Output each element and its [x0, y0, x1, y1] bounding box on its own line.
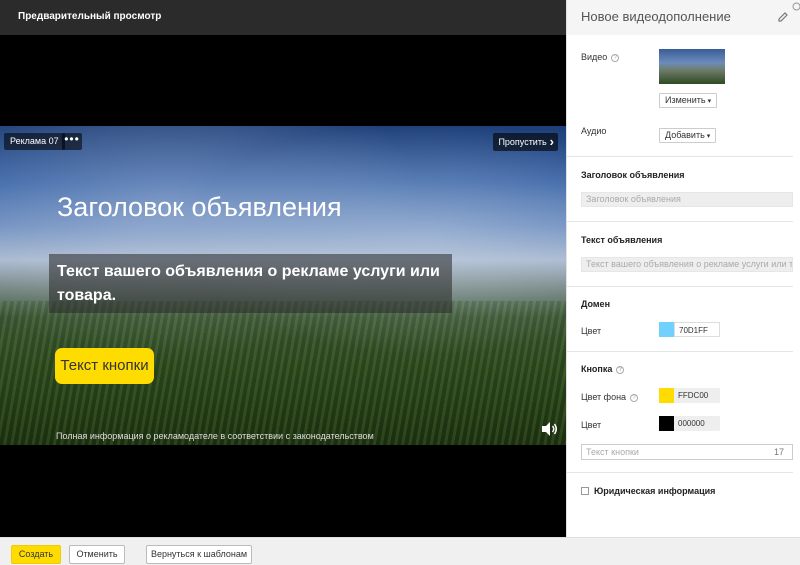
add-audio-button[interactable]: Добавить ▾ [659, 128, 717, 143]
preview-area: Предварительный просмотр Реклама 07 ••• … [0, 0, 566, 537]
divider [567, 221, 793, 222]
create-button[interactable]: Создать [11, 545, 61, 564]
divider [567, 351, 793, 352]
preview-header: Предварительный просмотр [0, 0, 566, 35]
button-text-input[interactable]: Текст кнопки 17 [581, 444, 793, 460]
divider [567, 286, 793, 287]
caret-down-icon: ▾ [707, 98, 712, 105]
video-thumbnail [659, 49, 725, 84]
ad-headline: Заголовок объявления [57, 192, 342, 222]
bg-color-row: Цвет фона? [581, 392, 639, 402]
skip-button[interactable]: Пропустить › [493, 133, 558, 151]
panel-content: Видео? Изменить ▾ Аудио Добавить ▾ Заголов… [567, 35, 800, 537]
add-audio-label: Добавить [665, 130, 705, 140]
panel-title: Новое видеодополнение [581, 9, 731, 24]
domain-section-label: Домен [581, 299, 610, 309]
help-icon[interactable]: ? [611, 53, 620, 62]
ad-body-text: Текст вашего объявления о рекламе услуги… [57, 263, 440, 304]
cancel-button[interactable]: Отменить [69, 545, 125, 564]
headline-input[interactable]: Заголовок объявления [581, 192, 793, 207]
skip-label: Пропустить [498, 137, 547, 147]
button-text-placeholder: Текст кнопки [586, 447, 639, 457]
audio-label: Аудио [581, 126, 607, 136]
video-label-row: Видео? [581, 52, 620, 62]
text-color-label: Цвет [581, 420, 602, 430]
legal-info-label[interactable]: Юридическая информация [594, 486, 715, 496]
domain-color-hex[interactable]: 70D1FF [674, 322, 720, 337]
bg-color-label: Цвет фона [581, 392, 627, 402]
footer-bar: Создать Отменить Вернуться к шаблонам [0, 537, 800, 565]
ad-cta-button[interactable]: Текст кнопки [55, 348, 154, 384]
bg-color-swatch[interactable] [659, 388, 674, 403]
button-text-counter: 17 [773, 447, 784, 457]
more-icon[interactable]: ••• [62, 133, 82, 150]
video-label: Видео [581, 52, 608, 62]
button-section-label: Кнопка [581, 364, 613, 374]
domain-color-swatch[interactable] [659, 322, 674, 337]
text-color-hex[interactable]: 000000 [674, 416, 720, 431]
help-icon[interactable]: ? [616, 365, 625, 374]
domain-color-label: Цвет [581, 326, 602, 336]
skip-arrow-icon: › [549, 134, 554, 149]
settings-panel: Новое видеодополнение Видео? Изменить ▾ А… [566, 0, 800, 537]
divider [567, 472, 793, 473]
change-video-button[interactable]: Изменить ▾ [659, 93, 718, 108]
ad-text-box: Текст вашего объявления о рекламе услуги… [49, 254, 452, 313]
edit-icon[interactable] [777, 11, 789, 23]
sound-icon[interactable] [540, 421, 558, 437]
ad-legal-text: Полная информация о рекламодателе в соот… [56, 431, 374, 441]
close-icon[interactable] [792, 2, 800, 11]
ad-badge: Реклама 07 [4, 133, 65, 150]
button-section-row: Кнопка? [581, 364, 625, 374]
change-video-label: Изменить [665, 95, 706, 105]
text-section-label: Текст объявления [581, 235, 663, 245]
text-color-swatch[interactable] [659, 416, 674, 431]
divider [567, 156, 793, 157]
help-icon[interactable]: ? [630, 393, 639, 402]
text-input[interactable]: Текст вашего объявления о рекламе услуги… [581, 257, 793, 272]
headline-section-label: Заголовок объявления [581, 170, 685, 180]
back-to-templates-button[interactable]: Вернуться к шаблонам [146, 545, 252, 564]
preview-title: Предварительный просмотр [18, 11, 162, 22]
legal-info-checkbox[interactable] [581, 487, 589, 495]
caret-down-icon: ▾ [706, 133, 711, 140]
video-frame[interactable]: Реклама 07 ••• Пропустить › Заголовок об… [0, 126, 566, 445]
bg-color-hex[interactable]: FFDC00 [674, 388, 720, 403]
